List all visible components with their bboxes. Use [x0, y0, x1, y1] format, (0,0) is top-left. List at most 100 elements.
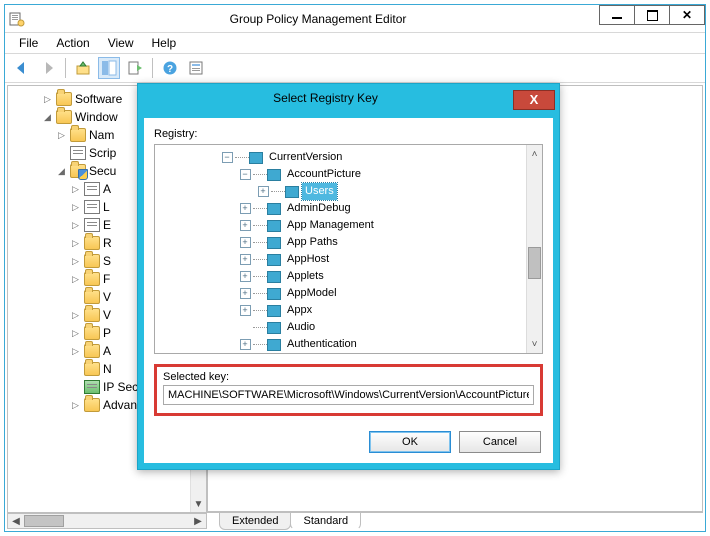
registry-key-icon [267, 237, 281, 249]
tree-node-label: F [103, 270, 110, 288]
show-hide-tree-button[interactable] [98, 57, 120, 79]
registry-node[interactable]: + Authentication [159, 336, 542, 353]
toolbar: ? [5, 53, 705, 83]
expand-icon[interactable]: ▷ [70, 274, 81, 285]
registry-node[interactable]: +App Management [159, 217, 542, 234]
tree-node-label: Scrip [89, 144, 116, 162]
close-icon: X [530, 92, 539, 107]
minimize-button[interactable] [599, 5, 635, 25]
registry-node[interactable]: + Applets [159, 268, 542, 285]
expand-icon[interactable]: + [240, 305, 251, 316]
expand-icon[interactable]: ▷ [70, 238, 81, 249]
expand-icon[interactable]: + [258, 186, 269, 197]
expand-icon[interactable]: ▷ [70, 346, 81, 357]
dialog-title: Select Registry Key [138, 91, 513, 105]
scroll-left-icon[interactable]: ◀ [8, 514, 24, 528]
tab-extended[interactable]: Extended [219, 512, 291, 530]
dialog-titlebar[interactable]: Select Registry Key X [138, 84, 559, 112]
properties-button[interactable] [185, 57, 207, 79]
registry-node[interactable]: +AdminDebug [159, 200, 542, 217]
selected-key-label: Selected key: [163, 371, 534, 383]
registry-node-label: Applets [284, 268, 327, 285]
expand-icon[interactable]: + [240, 254, 251, 265]
registry-key-icon [267, 220, 281, 232]
scroll-up-icon[interactable]: ˄ [532, 147, 538, 161]
maximize-button[interactable] [634, 5, 670, 25]
policy-icon [70, 146, 86, 160]
expand-icon[interactable]: ▷ [70, 220, 81, 231]
registry-node[interactable]: + AppModel [159, 285, 542, 302]
scroll-thumb[interactable] [24, 515, 64, 527]
expand-icon[interactable]: ▷ [42, 94, 53, 105]
registry-node[interactable]: Audio [159, 319, 542, 336]
tab-standard[interactable]: Standard [290, 512, 361, 530]
select-registry-key-dialog: Select Registry Key X Registry: −Current… [137, 83, 560, 470]
dialog-close-button[interactable]: X [513, 90, 555, 110]
expand-icon[interactable]: + [240, 339, 251, 350]
tree-node-label: P [103, 324, 111, 342]
scroll-thumb[interactable] [528, 247, 541, 279]
scroll-right-icon[interactable]: ▶ [190, 514, 206, 528]
tree-node-label: Window [75, 108, 118, 126]
tree-node-label: E [103, 216, 111, 234]
menu-action[interactable]: Action [48, 34, 97, 52]
scroll-down-icon[interactable]: ˅ [532, 337, 538, 351]
menubar: File Action View Help [5, 33, 705, 53]
tree-node-label: S [103, 252, 111, 270]
expand-icon[interactable]: ▷ [70, 310, 81, 321]
cancel-button[interactable]: Cancel [459, 431, 541, 453]
expand-icon[interactable]: + [240, 288, 251, 299]
folder-icon [84, 272, 100, 286]
expand-icon[interactable]: + [240, 271, 251, 282]
registry-scrollbar[interactable]: ˄ ˅ [526, 145, 542, 353]
collapse-icon[interactable]: ◢ [56, 166, 67, 177]
registry-label: Registry: [154, 128, 197, 140]
menu-view[interactable]: View [100, 34, 142, 52]
up-level-button[interactable] [72, 57, 94, 79]
folder-icon [84, 326, 100, 340]
tree-node-label: Secu [89, 162, 116, 180]
content-tabs: Extended Standard [219, 512, 360, 530]
expand-icon[interactable]: ▷ [70, 184, 81, 195]
folder-icon [84, 290, 100, 304]
registry-key-icon [249, 152, 263, 164]
titlebar[interactable]: Group Policy Management Editor ✕ [5, 5, 705, 33]
registry-tree[interactable]: −CurrentVersion−AccountPicture+Users+Adm… [154, 144, 543, 354]
selected-key-field[interactable] [163, 385, 534, 405]
folder-icon [84, 254, 100, 268]
registry-key-icon [267, 254, 281, 266]
registry-node[interactable]: −AccountPicture [159, 166, 542, 183]
expand-icon[interactable]: ▷ [70, 400, 81, 411]
collapse-icon[interactable]: − [240, 169, 251, 180]
registry-node-label: AppModel [284, 285, 340, 302]
export-button[interactable] [124, 57, 146, 79]
registry-node[interactable]: +Appx [159, 302, 542, 319]
back-button[interactable] [11, 57, 33, 79]
folder-icon [70, 128, 86, 142]
expand-icon[interactable]: + [240, 220, 251, 231]
tree-scrollbar-horizontal[interactable]: ◀ ▶ [7, 513, 207, 529]
registry-node-label: Authentication [284, 336, 360, 353]
registry-node[interactable]: +AppHost [159, 251, 542, 268]
ok-button[interactable]: OK [369, 431, 451, 453]
collapse-icon[interactable]: ◢ [42, 112, 53, 123]
collapse-icon[interactable]: − [222, 152, 233, 163]
expand-icon[interactable]: ▷ [70, 328, 81, 339]
forward-button[interactable] [37, 57, 59, 79]
expand-icon[interactable]: + [240, 237, 251, 248]
expand-icon[interactable]: + [240, 203, 251, 214]
registry-key-icon [267, 203, 281, 215]
close-button[interactable]: ✕ [669, 5, 705, 25]
scroll-down-icon[interactable]: ▼ [194, 499, 204, 510]
help-button[interactable]: ? [159, 57, 181, 79]
folder-icon [56, 110, 72, 124]
expand-icon[interactable]: ▷ [70, 202, 81, 213]
policy-icon [84, 200, 100, 214]
expand-icon[interactable]: ▷ [56, 130, 67, 141]
registry-node[interactable]: +Users [159, 183, 542, 200]
registry-node[interactable]: −CurrentVersion [159, 149, 542, 166]
menu-help[interactable]: Help [144, 34, 185, 52]
expand-icon[interactable]: ▷ [70, 256, 81, 267]
registry-node[interactable]: +App Paths [159, 234, 542, 251]
menu-file[interactable]: File [11, 34, 46, 52]
